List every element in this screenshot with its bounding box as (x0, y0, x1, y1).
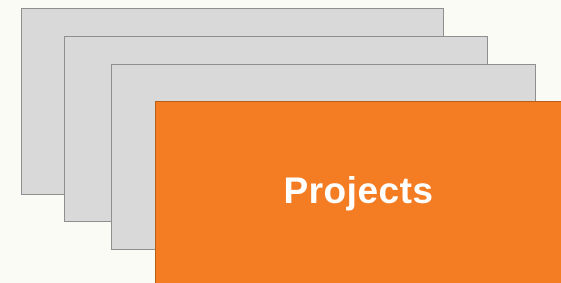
projects-card: Projects (155, 101, 561, 283)
projects-card-label: Projects (283, 169, 434, 211)
